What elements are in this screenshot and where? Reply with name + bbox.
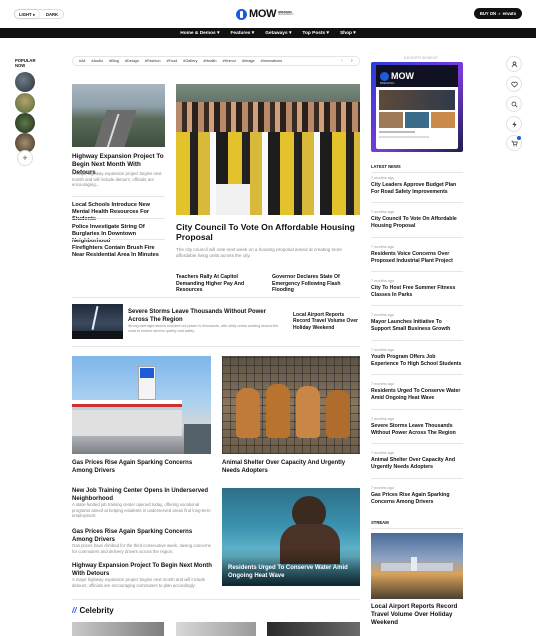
buy-label: BUY ON	[479, 11, 497, 16]
celebrity-image[interactable]	[72, 622, 164, 636]
highway-image[interactable]	[72, 84, 165, 147]
popular-label: POPULAR NOW	[15, 58, 36, 69]
left-list-item[interactable]: Firefighters Contain Brush Fire Near Res…	[72, 245, 165, 259]
user-icon[interactable]	[506, 56, 522, 72]
nav-features[interactable]: Features ▾	[230, 31, 254, 36]
latest-item[interactable]: 7 months ago Residents Voice Concerns Ove…	[371, 245, 463, 264]
stream-title[interactable]: Local Airport Reports Record Travel Volu…	[371, 603, 463, 626]
bottom-list-excerpt: A state-funded job training center opene…	[72, 502, 211, 519]
storm-excerpt: Strong overnight storms knocked out powe…	[128, 324, 279, 333]
celebrity-image[interactable]	[267, 622, 360, 636]
ad-sub: BREAKING	[380, 81, 395, 85]
animal-card-title[interactable]: Animal Shelter Over Capacity And Urgentl…	[222, 460, 362, 475]
ad-label: ADVERTISEMENT	[404, 56, 439, 60]
popular-avatar[interactable]	[15, 93, 35, 113]
dark-mode-button[interactable]: DARK	[41, 10, 63, 18]
latest-item[interactable]: 7 months ago City To Host Free Summer Fit…	[371, 279, 463, 298]
buy-button[interactable]: BUY ON ● envato	[474, 8, 522, 19]
highway-excerpt: A major highway expansion project begins…	[72, 171, 162, 188]
popular-avatar[interactable]	[15, 113, 35, 133]
storm-image[interactable]	[72, 304, 123, 339]
main-sub-item[interactable]: Governor Declares State Of Emergency Fol…	[272, 274, 362, 294]
logo-tagline-2: MAGAZINE.IT	[278, 13, 294, 17]
latest-item[interactable]: 7 months ago City Leaders Approve Budget …	[371, 176, 463, 195]
tag-design[interactable]: #Design	[122, 59, 142, 63]
airport-small-title[interactable]: Local Airport Reports Record Travel Volu…	[293, 312, 361, 331]
header: LIGHT ● DARK MOW BREAKING MAGAZINE.IT BUY…	[0, 0, 536, 28]
latest-item[interactable]: 7 months ago Animal Shelter Over Capacity…	[371, 451, 463, 470]
nav-top-posts[interactable]: Top Posts ▾	[302, 31, 329, 36]
popular-avatar[interactable]	[15, 72, 35, 92]
main-sub-item[interactable]: Teachers Rally At Capitol Demanding High…	[176, 274, 266, 294]
nav-home[interactable]: Home & Demos ▾	[180, 31, 219, 36]
latest-item[interactable]: 7 months ago Gas Prices Rise Again Sparki…	[371, 486, 463, 505]
latest-item[interactable]: 7 months ago Youth Program Offers Job Exp…	[371, 348, 463, 367]
bottom-list-excerpt: Gas prices have climbed for the third co…	[72, 543, 211, 554]
left-list-item[interactable]: Police Investigate String Of Burglaries …	[72, 224, 165, 245]
stream-image[interactable]	[371, 533, 463, 599]
bottom-list-title[interactable]: New Job Training Center Opens In Underse…	[72, 488, 212, 503]
tag-gallery[interactable]: #Gallery	[180, 59, 200, 63]
storm-title[interactable]: Severe Storms Leave Thousands Without Po…	[128, 309, 283, 324]
advertisement-banner[interactable]: MOW BREAKING	[371, 62, 463, 152]
popular-add-button[interactable]: +	[17, 150, 33, 166]
celebrity-image[interactable]	[176, 622, 256, 636]
latest-item[interactable]: 7 months ago Mayor Launches Initiative To…	[371, 313, 463, 332]
tag-food[interactable]: #Food	[163, 59, 180, 63]
nav-getaways[interactable]: Getaways ▾	[265, 31, 291, 36]
sun-icon: ●	[32, 11, 35, 17]
chevron-left-icon[interactable]: ‹	[341, 58, 343, 64]
heart-icon[interactable]	[506, 76, 522, 92]
latest-news-heading: LATEST NEWS	[371, 164, 401, 169]
search-icon[interactable]	[506, 96, 522, 112]
left-list-item[interactable]: Local Schools Introduce New Mental Healt…	[72, 202, 165, 223]
animal-shelter-image[interactable]	[222, 356, 360, 454]
logo[interactable]: MOW BREAKING MAGAZINE.IT	[236, 7, 306, 21]
tag-strip: #All #Audio #Blog #Design #Fashion #Food…	[72, 56, 360, 66]
latest-item[interactable]: 7 months ago Residents Urged To Conserve …	[371, 382, 463, 401]
light-label: LIGHT	[19, 11, 32, 17]
heat-wave-title: Residents Urged To Conserve Water Amid O…	[228, 565, 348, 579]
city-council-image[interactable]	[176, 84, 360, 215]
ad-logo-icon	[380, 71, 389, 81]
chevron-right-icon[interactable]: ›	[351, 58, 353, 64]
city-council-title[interactable]: City Council To Vote On Affordable Housi…	[176, 222, 360, 243]
tag-blog[interactable]: #Blog	[106, 59, 122, 63]
heat-wave-card[interactable]: Residents Urged To Conserve Water Amid O…	[222, 488, 360, 586]
gas-station-image[interactable]	[72, 356, 211, 454]
cart-badge	[517, 136, 521, 140]
bottom-list-title[interactable]: Gas Prices Rise Again Sparking Concerns …	[72, 529, 212, 544]
nav-shop[interactable]: Shop ▾	[340, 31, 356, 36]
city-council-excerpt: The city council will vote next week on …	[176, 247, 342, 258]
latest-item[interactable]: 7 months ago Severe Storms Leave Thousand…	[371, 417, 463, 436]
tag-image[interactable]: #Image	[239, 59, 258, 63]
envato-icon: ●	[498, 11, 501, 16]
logo-icon	[236, 8, 247, 20]
tag-health[interactable]: #Health	[200, 59, 219, 63]
ad-logo: MOW	[391, 71, 414, 81]
light-mode-button[interactable]: LIGHT ●	[15, 10, 39, 18]
celebrity-label: Celebrity	[79, 606, 114, 615]
logo-text: MOW	[249, 8, 277, 20]
main-nav: Home & Demos ▾ Features ▾ Getaways ▾ Top…	[0, 28, 536, 38]
bottom-list-title[interactable]: Highway Expansion Project To Begin Next …	[72, 563, 212, 578]
stream-heading: STREAM	[371, 520, 389, 525]
bolt-icon[interactable]	[506, 116, 522, 132]
slashes: //	[72, 606, 77, 615]
latest-item[interactable]: 7 months ago City Council To Vote On Affo…	[371, 210, 463, 229]
tag-humor[interactable]: #Humor	[219, 59, 239, 63]
bottom-list-excerpt: A major highway expansion project begins…	[72, 577, 206, 588]
gas-card-title[interactable]: Gas Prices Rise Again Sparking Concerns …	[72, 460, 212, 475]
celebrity-heading: // Celebrity	[72, 606, 114, 615]
tag-audio[interactable]: #Audio	[88, 59, 106, 63]
tag-all[interactable]: #All	[76, 59, 88, 63]
tag-fashion[interactable]: #Fashion	[142, 59, 164, 63]
envato-label: envato	[502, 11, 517, 16]
tag-innovations[interactable]: #Innovations	[258, 59, 286, 63]
